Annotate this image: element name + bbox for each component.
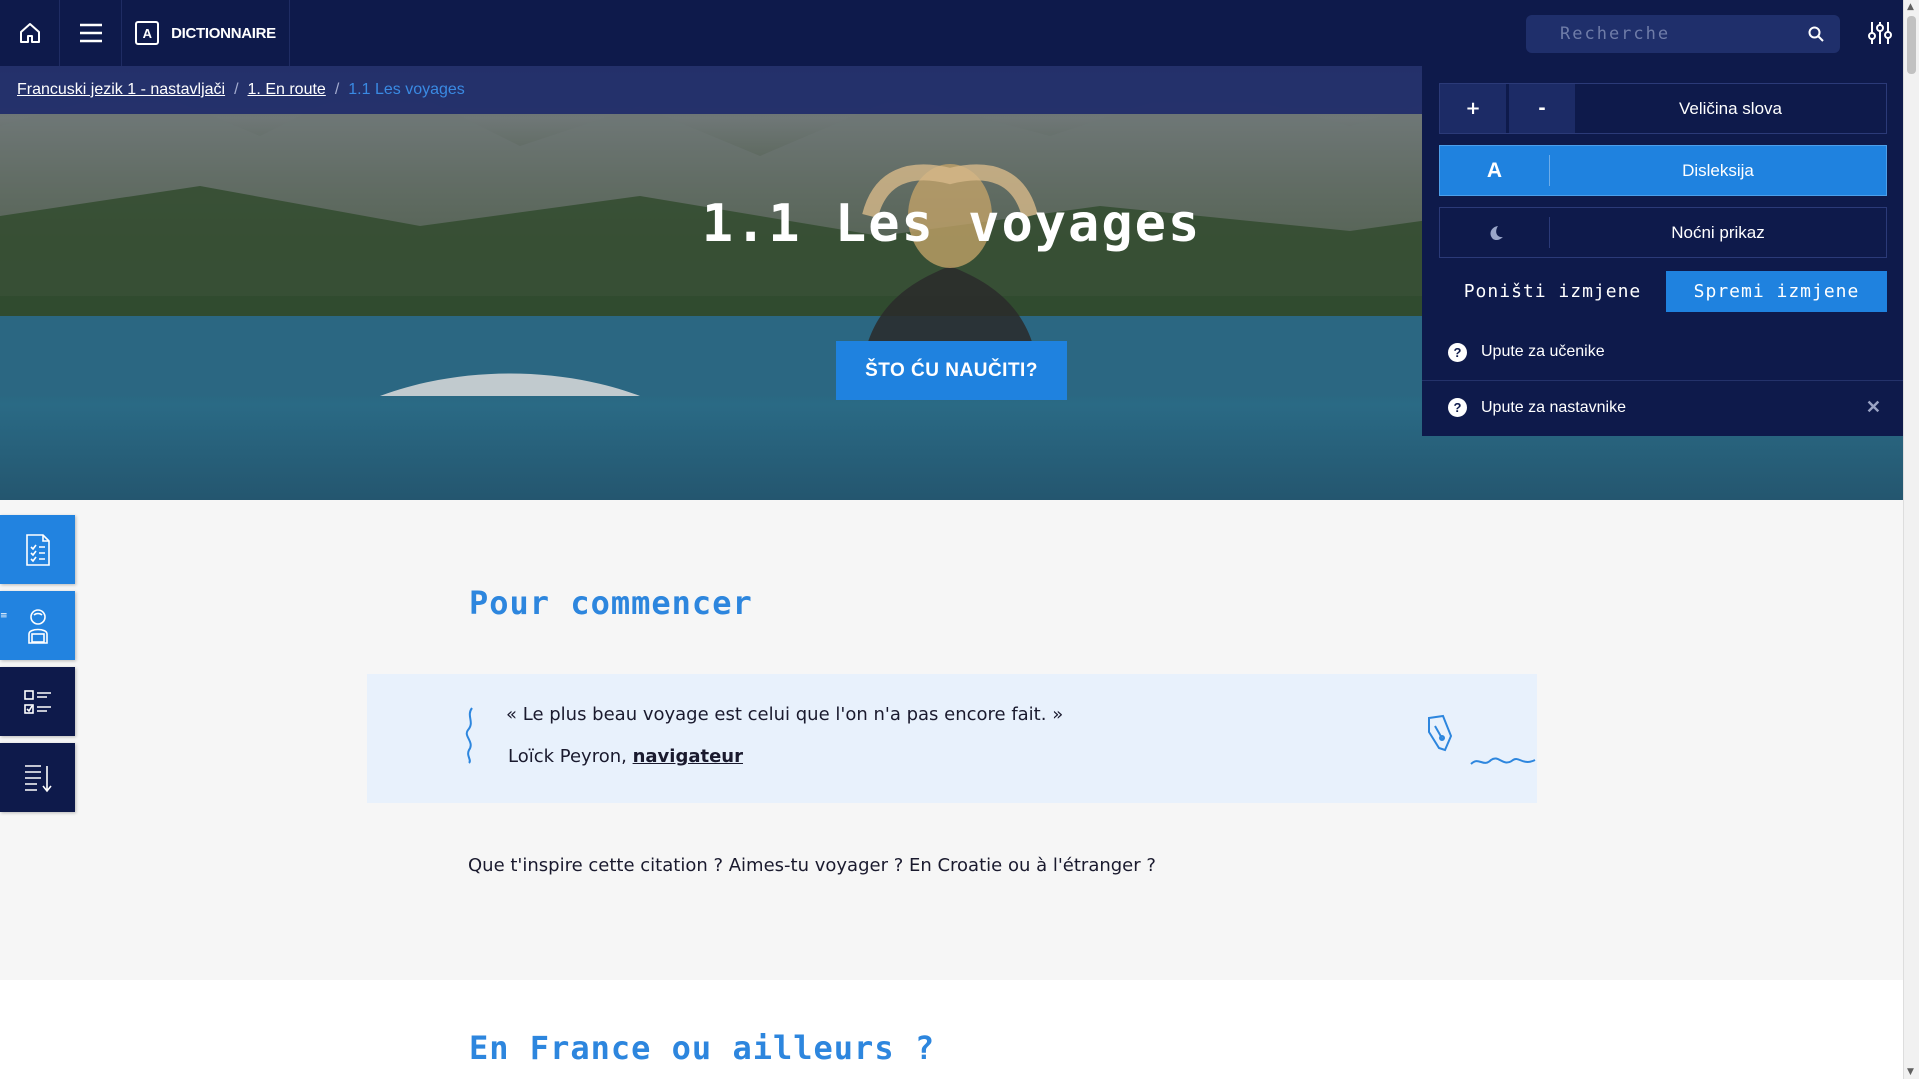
- breadcrumb: Francuski jezik 1 - nastavljači / 1. En …: [0, 66, 1422, 114]
- side-tool-checklist[interactable]: [0, 667, 75, 736]
- breadcrumb-current: 1.1 Les voyages: [348, 81, 465, 98]
- home-icon: [19, 23, 40, 43]
- dictionary-button[interactable]: A DICTIONNAIRE: [122, 0, 290, 66]
- quote-box: « Le plus beau voyage est celui que l'on…: [367, 674, 1537, 803]
- settings-actions: Poništi izmjene Spremi izmjene: [1439, 271, 1887, 312]
- checklist-icon: [23, 689, 51, 714]
- section-heading: En France ou ailleurs ?: [469, 1029, 936, 1067]
- search-bar: [1526, 15, 1840, 53]
- dyslexia-icon: A: [1440, 155, 1550, 186]
- font-size-label: Veličina slova: [1678, 98, 1782, 118]
- search-icon[interactable]: [1808, 26, 1824, 42]
- home-button[interactable]: [0, 0, 60, 66]
- breadcrumb-separator: /: [234, 81, 239, 98]
- font-size-control: + - Veličina slova: [1439, 83, 1887, 134]
- help-students-label: Upute za učenike: [1481, 343, 1605, 360]
- scroll-down-arrow-icon[interactable]: ▼: [1907, 1067, 1914, 1077]
- intro-paragraph: Que t'inspire cette citation ? Aimes-tu …: [468, 855, 1156, 876]
- breadcrumb-course-link[interactable]: Francuski jezik 1 - nastavljači: [17, 81, 225, 99]
- section-heading: Pour commencer: [469, 584, 753, 622]
- help-teachers-link[interactable]: ? Upute za nastavnike ✕: [1422, 380, 1903, 434]
- night-mode-label: Noćni prikaz: [1671, 222, 1765, 242]
- font-decrease-button[interactable]: -: [1509, 84, 1575, 133]
- dictionary-label: DICTIONNAIRE: [171, 24, 276, 42]
- night-mode-toggle[interactable]: Noćni prikaz: [1439, 207, 1887, 258]
- close-icon[interactable]: ✕: [1866, 397, 1881, 418]
- scroll-up-arrow-icon[interactable]: ▲: [1907, 2, 1914, 12]
- next-section: [0, 980, 1903, 1079]
- scrollbar-thumb[interactable]: [1907, 16, 1916, 74]
- drag-handle-icon[interactable]: ≡: [0, 611, 8, 621]
- student-icon: [27, 608, 48, 644]
- side-tool-student[interactable]: ≡: [0, 591, 75, 660]
- quote-text: « Le plus beau voyage est celui que l'on…: [506, 704, 1064, 725]
- reset-changes-button[interactable]: Poništi izmjene: [1439, 271, 1666, 312]
- breadcrumb-unit-link[interactable]: 1. En route: [248, 81, 326, 99]
- help-teachers-label: Upute za nastavnike: [1481, 398, 1626, 416]
- fountain-pen-icon: [1428, 714, 1536, 765]
- breadcrumb-separator: /: [334, 81, 340, 98]
- settings-button[interactable]: [1858, 0, 1902, 66]
- document-checklist-icon: [25, 533, 50, 566]
- side-tool-sort[interactable]: [0, 743, 75, 812]
- dictionary-word-link[interactable]: navigateur: [633, 746, 743, 767]
- menu-button[interactable]: [60, 0, 122, 66]
- quote-squiggle-icon: [465, 707, 473, 764]
- accessibility-settings-panel: + - Veličina slova A Disleksija Noćni pr…: [1422, 66, 1903, 436]
- hamburger-menu-icon: [79, 23, 102, 43]
- learning-goals-button[interactable]: ŠTO ĆU NAUČITI?: [836, 341, 1067, 400]
- dyslexia-label: Disleksija: [1682, 160, 1754, 180]
- dyslexia-toggle[interactable]: A Disleksija: [1439, 145, 1887, 196]
- dictionary-icon: A: [135, 21, 160, 45]
- side-tool-assignments[interactable]: [0, 515, 75, 584]
- quote-author-name: Loïck Peyron,: [508, 746, 633, 767]
- save-changes-button[interactable]: Spremi izmjene: [1666, 271, 1887, 312]
- sort-list-icon: [24, 764, 52, 792]
- sliders-icon: [1868, 22, 1892, 44]
- quote-author: Loïck Peyron, navigateur: [508, 746, 743, 767]
- moon-icon: [1440, 217, 1550, 248]
- search-input[interactable]: [1560, 24, 1808, 44]
- font-increase-button[interactable]: +: [1440, 84, 1506, 133]
- help-icon: ?: [1448, 342, 1467, 362]
- top-bar: A DICTIONNAIRE: [0, 0, 1903, 66]
- help-students-link[interactable]: ? Upute za učenike: [1422, 325, 1903, 379]
- page-scrollbar[interactable]: ▲ ▼: [1903, 0, 1919, 1079]
- help-icon: ?: [1448, 398, 1467, 417]
